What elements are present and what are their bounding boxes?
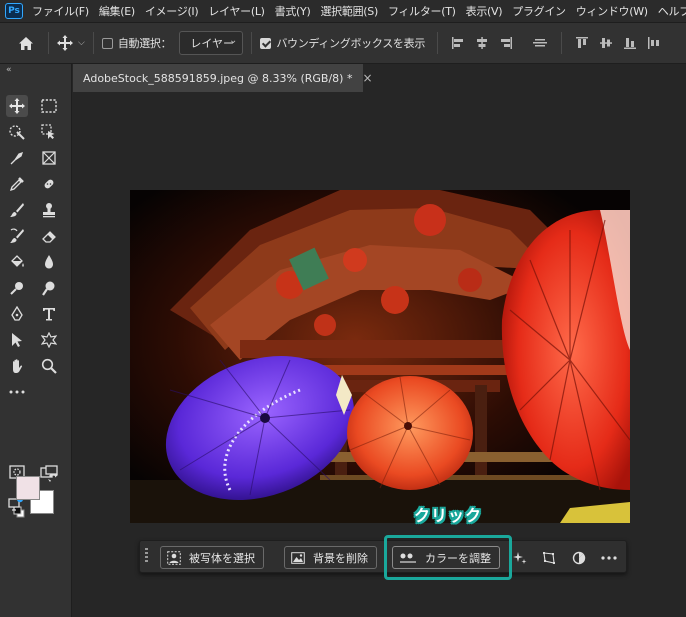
chevron-down-icon: ⌵: [78, 38, 85, 48]
auto-select-checkbox[interactable]: [101, 37, 113, 49]
align-vertical-center-icon[interactable]: [599, 36, 613, 50]
smudge-tool-icon[interactable]: [38, 277, 60, 299]
document-tab-strip: AdobeStock_588591859.jpeg @ 8.33% (RGB/8…: [73, 64, 686, 92]
options-bar: ⌵ 自動選択： レイヤー ⌄ バウンディングボックスを表示: [0, 22, 686, 64]
clone-stamp-tool-icon[interactable]: [38, 199, 60, 221]
align-middle-bar-icon[interactable]: [532, 36, 548, 50]
document-tab-title: AdobeStock_588591859.jpeg @ 8.33% (RGB/8…: [83, 71, 353, 85]
remove-background-label: 背景を削除: [313, 551, 368, 565]
home-icon[interactable]: [18, 36, 34, 51]
dodge-tool-icon[interactable]: [6, 277, 28, 299]
zoom-tool-icon[interactable]: [38, 355, 60, 377]
menu-filter[interactable]: フィルター(T): [385, 3, 463, 19]
align-right-icon[interactable]: [499, 36, 513, 50]
align-bottom-icon[interactable]: [623, 36, 637, 50]
separator: [92, 32, 94, 54]
menu-select[interactable]: 選択範囲(S): [317, 3, 384, 19]
align-top-icon[interactable]: [575, 36, 589, 50]
separator: [437, 32, 439, 54]
auto-select-target-dropdown[interactable]: レイヤー ⌄: [179, 31, 244, 55]
align-left-icon[interactable]: [451, 36, 465, 50]
select-subject-label: 被写体を選択: [189, 551, 255, 565]
pen-path-tool-icon[interactable]: [6, 303, 28, 325]
move-tool-icon[interactable]: [6, 95, 28, 117]
tools-panel: «: [0, 64, 72, 617]
close-icon[interactable]: ×: [362, 71, 372, 85]
screen-mode-icon[interactable]: [38, 461, 60, 483]
person-icon: [167, 550, 181, 565]
frame-tool-icon[interactable]: [38, 147, 60, 169]
show-transform-controls-checkbox[interactable]: [260, 37, 272, 49]
type-tool-icon[interactable]: [38, 303, 60, 325]
sparkle-icon[interactable]: [511, 549, 529, 567]
dropdown-value: レイヤー: [190, 37, 234, 50]
document-tab[interactable]: AdobeStock_588591859.jpeg @ 8.33% (RGB/8…: [73, 64, 373, 92]
blur-tool-icon[interactable]: [38, 251, 60, 273]
path-selection-tool-icon[interactable]: [6, 329, 28, 351]
object-selection-tool-icon[interactable]: [6, 121, 28, 143]
show-transform-controls-label: バウンディングボックスを表示: [276, 37, 426, 50]
collapse-panel-icon[interactable]: «: [6, 65, 12, 75]
auto-select-label: 自動選択：: [117, 37, 172, 50]
menu-image[interactable]: イメージ(I): [142, 3, 206, 19]
foreground-color-swatch[interactable]: [16, 476, 40, 500]
eraser-tool-icon[interactable]: [38, 225, 60, 247]
menu-view[interactable]: 表示(V): [463, 3, 510, 19]
more-tools-icon[interactable]: [6, 381, 28, 403]
pen-tool-icon[interactable]: [6, 147, 28, 169]
image-landscape-icon: [291, 551, 305, 564]
hand-tool-icon[interactable]: [6, 355, 28, 377]
photoshop-logo: Ps: [5, 3, 23, 19]
more-options-icon[interactable]: [600, 549, 618, 567]
menu-type[interactable]: 書式(Y): [272, 3, 318, 19]
history-brush-tool-icon[interactable]: [6, 225, 28, 247]
transform-icon[interactable]: [540, 549, 558, 567]
adjustment-circle-icon[interactable]: [570, 549, 588, 567]
separator: [561, 32, 563, 54]
chevron-down-icon: ⌄: [228, 35, 238, 46]
menu-window[interactable]: ウィンドウ(W): [573, 3, 655, 19]
click-callout-label: クリック: [414, 506, 483, 525]
eyedropper-tool-icon[interactable]: [6, 173, 28, 195]
contextual-task-bar: 被写体を選択 背景を削除 カラーを調整: [139, 540, 627, 573]
brush-tool-icon[interactable]: [6, 199, 28, 221]
quick-selection-tool-icon[interactable]: [38, 121, 60, 143]
custom-shape-tool-icon[interactable]: [38, 329, 60, 351]
spot-healing-brush-tool-icon[interactable]: [38, 173, 60, 195]
menu-edit[interactable]: 編集(E): [96, 3, 142, 19]
menu-layer[interactable]: レイヤー(L): [205, 3, 271, 19]
separator: [48, 32, 49, 54]
document-canvas[interactable]: [130, 190, 630, 523]
separator: [251, 32, 253, 54]
menu-bar: Ps ファイル(F) 編集(E) イメージ(I) レイヤー(L) 書式(Y) 選…: [0, 0, 686, 22]
menu-plugins[interactable]: プラグイン: [509, 3, 573, 19]
click-highlight-frame: [384, 535, 512, 580]
align-horizontal-center-icon[interactable]: [475, 36, 489, 50]
drag-handle-icon[interactable]: [145, 548, 149, 566]
select-subject-button[interactable]: 被写体を選択: [160, 546, 264, 569]
remove-background-button[interactable]: 背景を削除: [284, 546, 377, 569]
distribute-icon[interactable]: [647, 36, 661, 50]
menu-help[interactable]: ヘルプ(H): [655, 3, 686, 19]
move-tool-preset-icon[interactable]: ⌵: [57, 35, 85, 51]
rectangular-marquee-tool-icon[interactable]: [38, 95, 60, 117]
menu-file[interactable]: ファイル(F): [29, 3, 96, 19]
paint-bucket-tool-icon[interactable]: [6, 251, 28, 273]
canvas-photo: [130, 190, 630, 523]
